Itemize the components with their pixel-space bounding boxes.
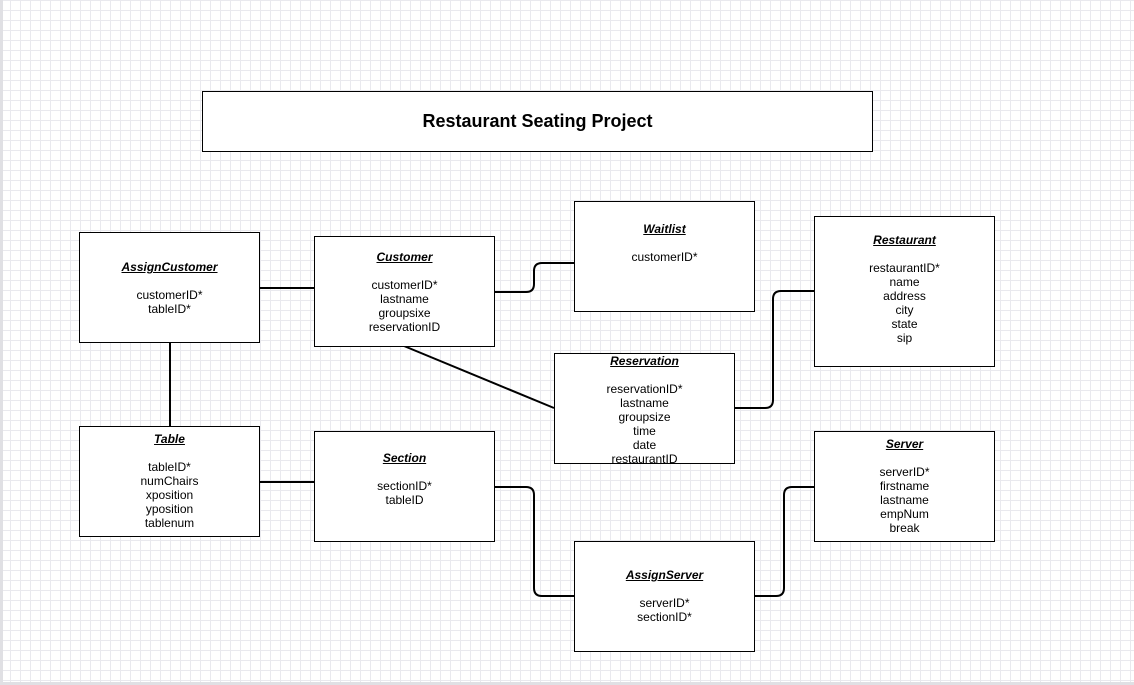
attribute-list: sectionID* tableID: [315, 479, 494, 507]
attribute: lastname: [620, 396, 669, 410]
diagram-title: Restaurant Seating Project: [422, 111, 653, 131]
entity-assigncustomer[interactable]: AssignCustomer customerID* tableID*: [79, 232, 260, 343]
attribute: customerID*: [136, 288, 203, 302]
connector-section-assignserver[interactable]: [495, 486, 574, 597]
entity-name: Waitlist: [643, 222, 686, 236]
connector-customer-reservation[interactable]: [403, 345, 555, 409]
entity-assignserver[interactable]: AssignServer serverID* sectionID*: [574, 541, 755, 652]
attribute: firstname: [879, 479, 930, 493]
attribute: customerID*: [631, 250, 698, 264]
entity-name: AssignCustomer: [121, 260, 218, 274]
attribute: restaurantID*: [869, 261, 940, 275]
attribute-list: customerID* tableID*: [80, 288, 259, 316]
attribute: xposition: [145, 488, 194, 502]
attribute: yposition: [145, 502, 194, 516]
connector-assignserver-server[interactable]: [755, 486, 814, 597]
attribute: customerID*: [371, 278, 438, 292]
attribute: tableID*: [148, 302, 191, 316]
entity-name: AssignServer: [625, 568, 704, 582]
attribute: reservationID*: [606, 382, 683, 396]
attribute: groupsize: [618, 410, 671, 424]
entity-name: Customer: [376, 250, 433, 264]
entity-name: Table: [154, 432, 185, 446]
attribute: empNum: [880, 507, 929, 521]
entity-waitlist[interactable]: Waitlist customerID*: [574, 201, 755, 312]
attribute-list: reservationID* lastname groupsize time d…: [555, 382, 734, 466]
attribute: state: [891, 317, 918, 331]
attribute: city: [895, 303, 914, 317]
attribute: groupsixe: [378, 306, 431, 320]
attribute: sip: [896, 331, 913, 345]
attribute: sectionID*: [377, 479, 432, 493]
attribute-list: tableID* numChairs xposition yposition t…: [80, 460, 259, 530]
attribute: numChairs: [140, 474, 199, 488]
entity-customer[interactable]: Customer customerID* lastname groupsixe …: [314, 236, 495, 347]
attribute: tableID*: [148, 460, 191, 474]
attribute: restaurantID: [611, 452, 678, 466]
attribute: name: [889, 275, 920, 289]
attribute: lastname: [880, 493, 929, 507]
attribute-list: customerID*: [575, 250, 754, 264]
attribute: serverID*: [639, 596, 690, 610]
entity-reservation[interactable]: Reservation reservationID* lastname grou…: [554, 353, 735, 466]
attribute: lastname: [380, 292, 429, 306]
attribute: date: [632, 438, 657, 452]
attribute: sectionID*: [637, 610, 692, 624]
entity-server[interactable]: Server serverID* firstname lastname empN…: [814, 431, 995, 542]
attribute: tablenum: [144, 516, 195, 530]
attribute-list: customerID* lastname groupsixe reservati…: [315, 278, 494, 334]
connector-customer-waitlist[interactable]: [495, 262, 574, 293]
entity-section[interactable]: Section sectionID* tableID: [314, 431, 495, 542]
attribute: address: [883, 289, 926, 303]
entity-name: Server: [885, 437, 924, 451]
attribute-list: restaurantID* name address city state si…: [815, 261, 994, 345]
entity-name: Restaurant: [873, 233, 936, 247]
attribute-list: serverID* firstname lastname empNum brea…: [815, 465, 994, 535]
entity-table[interactable]: Table tableID* numChairs xposition yposi…: [79, 426, 260, 537]
entity-name: Reservation: [610, 354, 679, 368]
attribute: break: [889, 521, 920, 535]
entity-restaurant[interactable]: Restaurant restaurantID* name address ci…: [814, 216, 995, 367]
attribute: tableID: [385, 493, 424, 507]
attribute: serverID*: [879, 465, 930, 479]
entity-name: Section: [382, 451, 427, 465]
attribute-list: serverID* sectionID*: [575, 596, 754, 624]
attribute: time: [633, 424, 656, 438]
diagram-title-box[interactable]: Restaurant Seating Project: [202, 91, 873, 152]
attribute: reservationID: [368, 320, 441, 334]
